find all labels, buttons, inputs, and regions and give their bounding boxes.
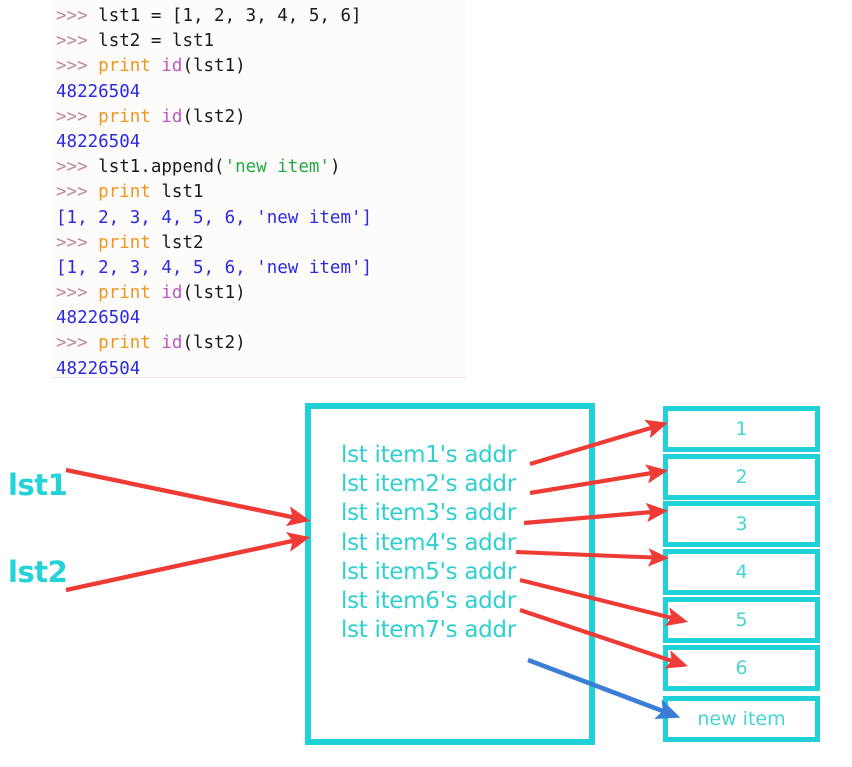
console-token-keyword: print [98,106,162,127]
console-transcript: >>> lst1 = [1, 2, 3, 4, 5, 6] >>> lst2 = … [56,4,372,382]
value-cell-3: 3 [663,501,820,547]
value-cell-1: 1 [663,406,820,452]
console-token-builtin: id [161,333,183,354]
console-line: >>> print id(lst1) [56,281,372,306]
console-token-prompt: >>> [56,56,99,77]
python-console-pane: >>> lst1 = [1, 2, 3, 4, 5, 6] >>> lst2 = … [52,0,466,379]
console-token-plain: lst2 [161,232,204,253]
console-token-plain: (lst2) [182,333,246,354]
console-token-keyword: print [98,283,162,304]
console-token-keyword: print [98,56,162,77]
console-token-output: [1, 2, 3, 4, 5, 6, 'new item'] [56,257,373,278]
list-slot-2: lst item2's addr [341,471,516,498]
console-token-plain: (lst2) [182,106,246,127]
value-cell-7: new item [663,696,820,742]
console-token-prompt: >>> [56,182,99,203]
console-token-plain: ) [329,157,341,178]
console-line: >>> print lst2 [56,231,372,256]
list-slot-5: lst item5's addr [341,558,516,585]
list-slot-container: lst item1's addr lst item2's addr lst item… [341,441,591,645]
memory-reference-diagram: lst1 lst2 lst item1's addr lst item2's ad… [0,378,852,767]
list-slot-7: lst item7's addr [341,617,516,644]
console-token-plain: (lst1) [182,283,246,304]
console-token-prompt: >>> [56,106,99,127]
console-token-plain: lst1 [161,182,204,203]
list-object-box: lst item1's addr lst item2's addr lst item… [305,403,595,745]
console-token-builtin: id [161,56,183,77]
console-token-plain: lst1.append( [98,157,225,178]
console-token-prompt: >>> [56,232,99,253]
console-token-string: 'new item' [224,157,330,178]
console-token-prompt: >>> [56,333,99,354]
variable-label-lst1: lst1 [8,468,68,502]
console-line: [1, 2, 3, 4, 5, 6, 'new item'] [56,206,372,231]
console-token-plain: (lst1) [182,56,246,77]
console-line: >>> lst1 = [1, 2, 3, 4, 5, 6] [56,4,372,29]
console-token-output: 48226504 [56,358,141,379]
console-line: >>> lst2 = lst1 [56,29,372,54]
value-objects-column: 1 2 3 4 5 6 new item [663,406,820,746]
arrow-lst1-to-list-object [65,467,311,527]
list-slot-4: lst item4's addr [341,529,516,556]
list-slot-1: lst item1's addr [341,442,516,468]
console-token-keyword: print [98,333,162,354]
value-cell-6: 6 [663,645,820,691]
list-slot-3: lst item3's addr [341,500,516,527]
console-line: 48226504 [56,80,372,105]
console-token-prompt: >>> [56,157,99,178]
console-token-plain: lst1 = [1, 2, 3, 4, 5, 6] [98,6,362,26]
console-token-keyword: print [98,182,162,203]
console-token-prompt: >>> [56,31,99,52]
arrow-lst2-to-list-object [65,532,311,593]
console-token-prompt: >>> [56,283,99,304]
console-line: >>> print id(lst2) [56,331,372,356]
console-token-output: [1, 2, 3, 4, 5, 6, 'new item'] [56,207,373,228]
console-token-output: 48226504 [56,308,141,329]
console-token-keyword: print [98,232,162,253]
console-line: 48226504 [56,306,372,331]
console-line: >>> print id(lst2) [56,105,372,130]
list-slot-6: lst item6's addr [341,587,516,614]
value-cell-4: 4 [663,549,820,595]
console-line: [1, 2, 3, 4, 5, 6, 'new item'] [56,256,372,281]
console-token-output: 48226504 [56,131,141,152]
value-cell-2: 2 [663,454,820,500]
python-list-reference-illustration: >>> lst1 = [1, 2, 3, 4, 5, 6] >>> lst2 = … [0,0,852,767]
console-token-builtin: id [161,283,183,304]
console-line: 48226504 [56,130,372,155]
console-token-plain: lst2 = lst1 [98,31,215,52]
console-token-prompt: >>> [56,6,99,26]
console-token-output: 48226504 [56,81,141,102]
console-line: >>> print id(lst1) [56,54,372,79]
value-cell-5: 5 [663,597,820,643]
console-token-builtin: id [161,106,183,127]
console-line: >>> lst1.append('new item') [56,155,372,180]
console-line: >>> print lst1 [56,180,372,205]
variable-label-lst2: lst2 [8,555,68,589]
